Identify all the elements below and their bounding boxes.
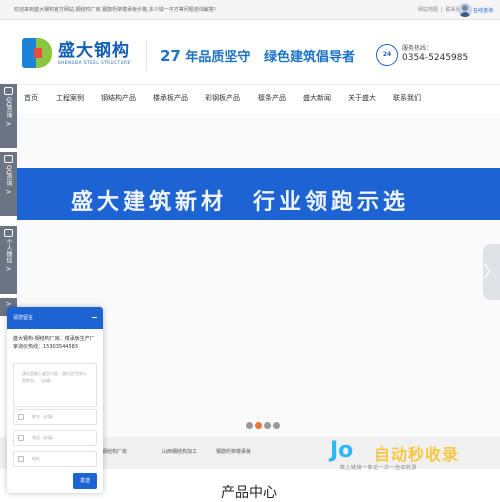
address-field[interactable]: 地址: [13, 451, 97, 467]
chat-icon: [4, 155, 13, 163]
header-slogan: 27 年品质坚守 绿色建筑倡导者: [160, 46, 355, 65]
left-sidebar: QQ咨询 > QQ咨询 > 个人微信 > >: [0, 84, 17, 316]
nav-news[interactable]: 盛大新闻: [303, 93, 331, 103]
sidebar-qq-1[interactable]: QQ咨询 >: [0, 84, 17, 148]
chevron-right-icon: >: [5, 120, 12, 129]
nav-deck-products[interactable]: 楼承板产品: [153, 93, 188, 103]
slider-dot[interactable]: [273, 422, 280, 429]
minimize-icon[interactable]: [92, 317, 97, 318]
chevron-right-icon: >: [5, 265, 12, 273]
message-textarea[interactable]: 请在此输入留言内容，我们会尽快与您联系。（必填）: [13, 363, 97, 407]
nav-purlin-products[interactable]: 檩条产品: [258, 93, 286, 103]
banner-text: 盛大建筑新材 行业领跑示选: [71, 190, 410, 215]
watermark-logo: Jo 自动秒收录 数上链接一条访一次一自动收录: [330, 438, 495, 478]
top-bar: 欢迎来到盛大钢构官方网站,钢结构厂房,钢筋桁架楼承板价格,多少钱一平方等问题咨询…: [0, 0, 500, 20]
sitemap-link[interactable]: 网站地图: [418, 7, 438, 13]
slogan-text-2: 绿色建筑倡导者: [264, 50, 356, 65]
slider-dot-active[interactable]: [255, 422, 262, 429]
section-title: 产品中心: [221, 485, 277, 501]
phone-placeholder: 电话（必填）: [32, 435, 56, 440]
nav-color-steel-products[interactable]: 彩钢板产品: [205, 93, 240, 103]
hotline-number: 0354-5245985: [402, 53, 469, 63]
sidebar-qq-1-label: QQ咨询: [5, 97, 12, 119]
company-logo-icon[interactable]: [22, 36, 56, 70]
nav-steel-products[interactable]: 钢结构产品: [101, 93, 136, 103]
phone-24h-icon: 24: [376, 44, 398, 66]
name-field[interactable]: 姓名（必填）: [13, 409, 97, 425]
address-placeholder: 地址: [32, 456, 40, 461]
welcome-text: 欢迎来到盛大钢构官方网站,钢结构厂房,钢筋桁架楼承板价格,多少钱一平方等问题咨询…: [14, 7, 219, 13]
hotline-label: 服务热线：: [402, 45, 433, 52]
watermark-mark: Jo: [330, 438, 354, 463]
watermark-title: 自动秒收录: [374, 445, 460, 464]
slogan-text-1: 年品质坚守: [185, 50, 251, 65]
top-link-divider: |: [441, 7, 443, 13]
message-header-title: 请您留言: [13, 315, 34, 321]
name-placeholder: 姓名（必填）: [32, 414, 56, 419]
watermark-subtitle: 数上链接一条访一次一自动收录: [340, 465, 418, 471]
sidebar-wechat-label: 个人微信: [5, 239, 12, 263]
sidebar-qq-2-label: QQ咨询: [5, 165, 12, 187]
slogan-years: 27: [160, 47, 181, 65]
site-header: 盛大钢构 SHENGDA STEEL STRUCTURE 27 年品质坚守 绿色…: [0, 20, 500, 84]
chat-icon: [4, 87, 13, 95]
brand-english-name: SHENGDA STEEL STRUCTURE: [58, 60, 131, 65]
slider-dot[interactable]: [264, 422, 271, 429]
message-widget: 请您留言 盛大钢构-钢结构厂房、楼承板生产厂家询价热线：15303544583 …: [7, 307, 103, 493]
qr-code-icon: [4, 229, 13, 237]
header-divider: [146, 40, 147, 70]
send-button[interactable]: 发送: [73, 473, 97, 489]
banner-band: 盛大建筑新材 行业领跑示选: [17, 168, 500, 220]
sidebar-wechat[interactable]: 个人微信 >: [0, 226, 17, 294]
slider-dots: [246, 422, 286, 430]
message-header[interactable]: 请您留言: [7, 307, 103, 329]
message-intro: 盛大钢构-钢结构厂房、楼承板生产厂家询价热线：15303544583: [13, 336, 95, 350]
nav-about[interactable]: 关于盛大: [348, 93, 376, 103]
nav-cases[interactable]: 工程案例: [56, 93, 84, 103]
nav-contact[interactable]: 联系我们: [393, 93, 421, 103]
main-nav: 首页 工程案例 钢结构产品 楼承板产品 彩钢板产品 檩条产品 盛大新闻 关于盛大…: [0, 84, 500, 114]
hot-link[interactable]: 钢结构厂房: [102, 448, 127, 455]
hot-link[interactable]: 山西钢结构加工: [162, 448, 197, 455]
online-consult-label: 在线咨询: [473, 8, 494, 14]
sidebar-qq-2[interactable]: QQ咨询 >: [0, 152, 17, 216]
banner-next-button[interactable]: 〉: [483, 244, 500, 300]
slider-dot[interactable]: [246, 422, 253, 429]
brand-name[interactable]: 盛大钢构: [58, 36, 130, 61]
phone-field[interactable]: 电话（必填）: [13, 430, 97, 446]
phone-icon: [18, 435, 24, 441]
chevron-right-icon: >: [5, 188, 12, 197]
hot-link[interactable]: 钢筋桁架楼承板: [216, 448, 251, 455]
service-avatar: [458, 3, 472, 17]
nav-home[interactable]: 首页: [24, 93, 38, 103]
location-icon: [18, 456, 24, 462]
user-icon: [18, 414, 24, 420]
